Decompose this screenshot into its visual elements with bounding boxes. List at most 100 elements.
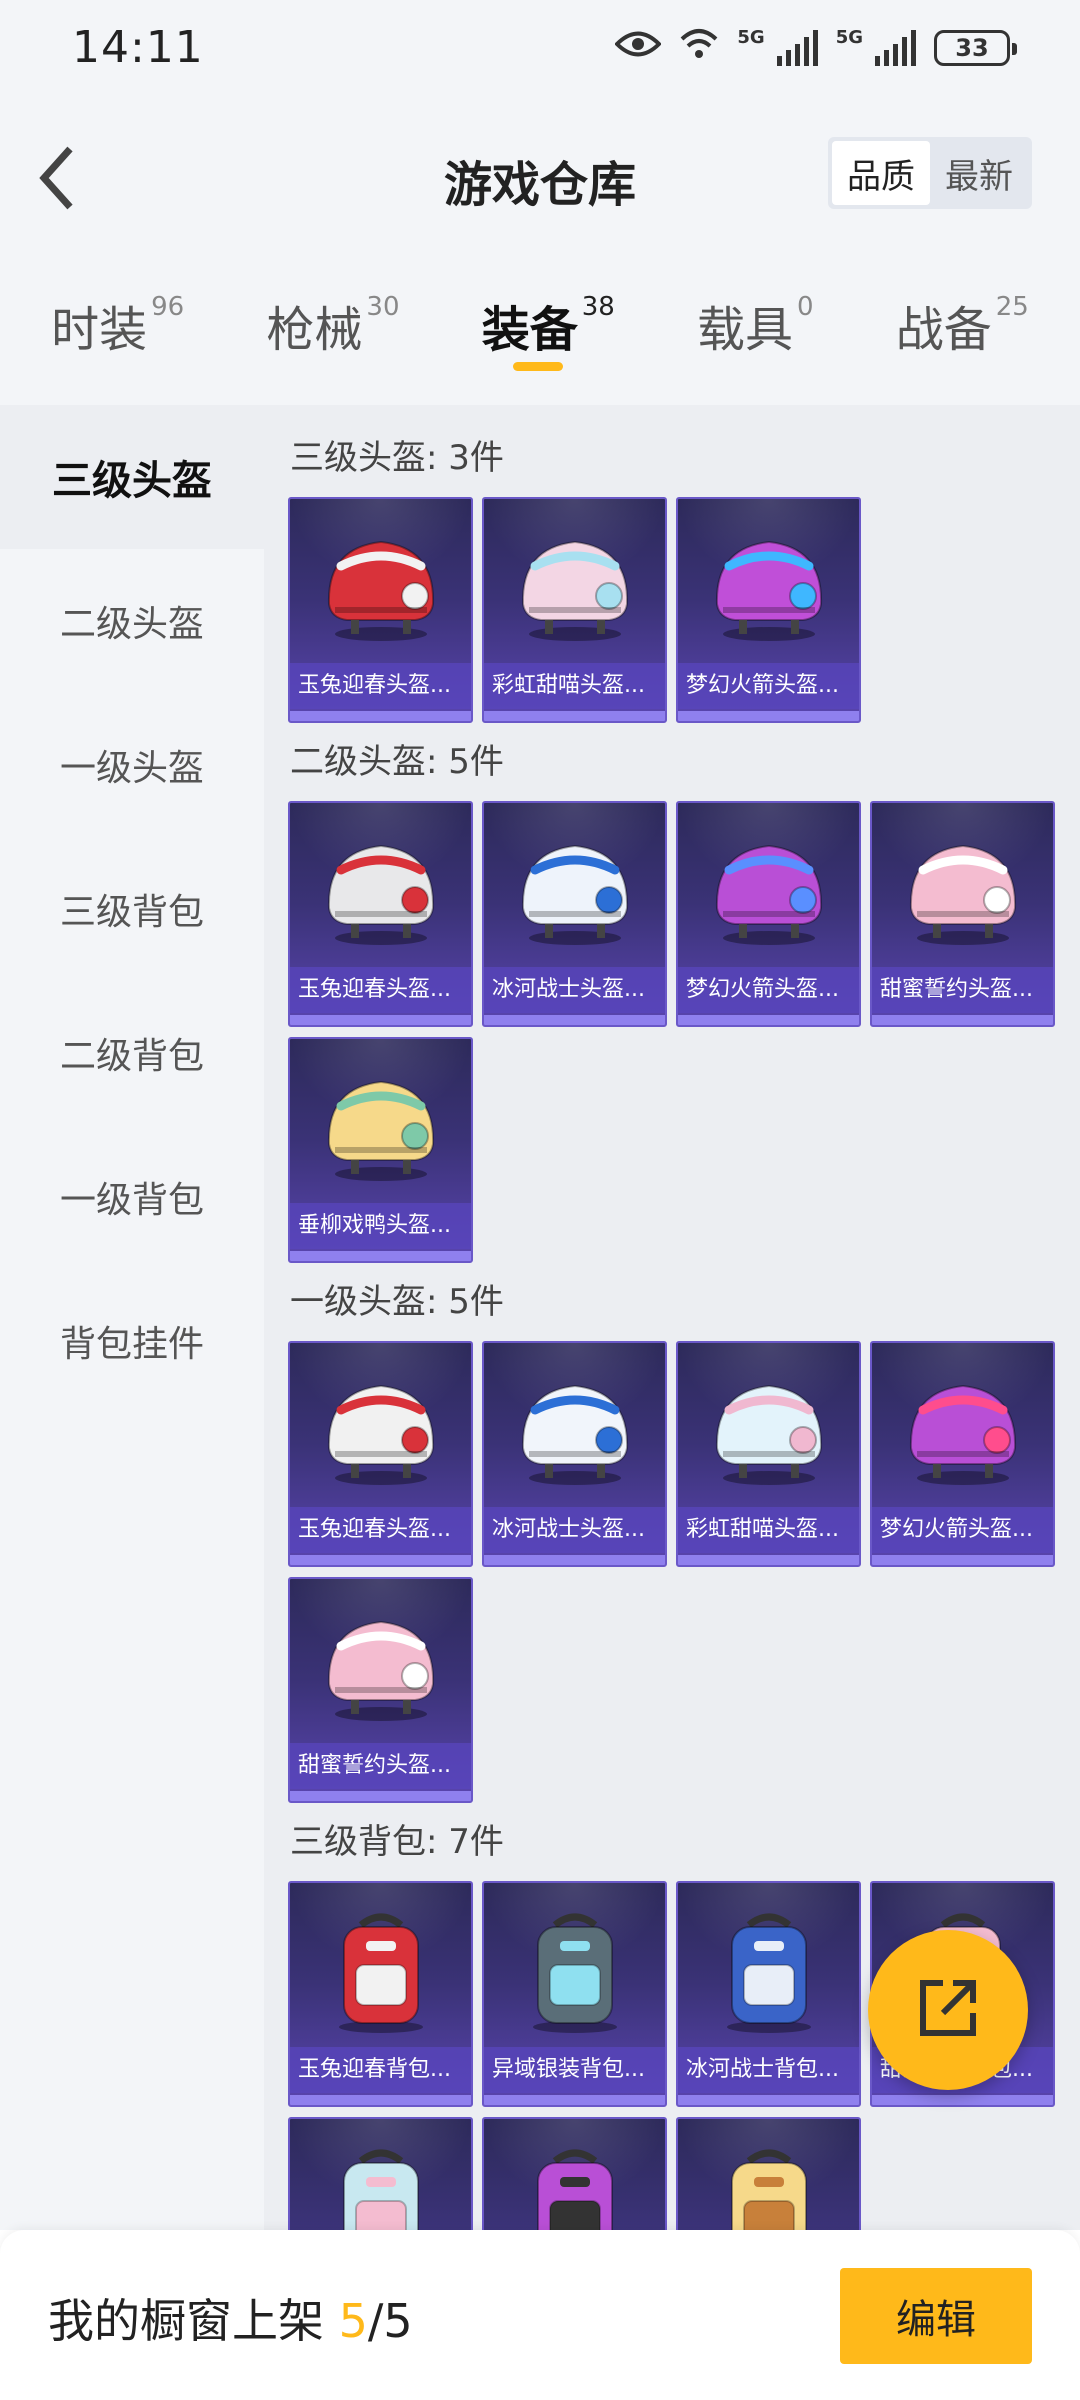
tab-label: 装备 xyxy=(481,302,578,358)
item-card[interactable]: 梦幻火箭头盔... xyxy=(676,801,861,1027)
backpack-icon xyxy=(290,2141,471,2230)
item-name: 玉兔迎春背包... xyxy=(290,2047,471,2093)
item-card[interactable]: 甜蜜誓约头盔... xyxy=(288,1577,473,1803)
item-card[interactable] xyxy=(288,2117,473,2230)
helmet-icon xyxy=(678,825,859,955)
item-card[interactable]: 梦幻火箭头盔... xyxy=(870,1341,1055,1567)
rarity-bar xyxy=(290,1791,471,1801)
rarity-bar xyxy=(484,2095,665,2105)
rarity-bar xyxy=(872,1555,1053,1565)
item-card[interactable] xyxy=(482,2117,667,2230)
item-grid: 玉兔迎春头盔... 冰河战士头盔... 梦幻火箭头盔... 甜蜜誓约头盔... 垂柳戏鸭… xyxy=(288,801,1078,1263)
item-grid: 玉兔迎春头盔... 冰河战士头盔... 彩虹甜喵头盔... 梦幻火箭头盔... 甜蜜誓约… xyxy=(288,1341,1078,1803)
rarity-bar xyxy=(678,1555,859,1565)
item-name: 梦幻火箭头盔... xyxy=(872,1507,1053,1553)
helmet-icon xyxy=(872,825,1053,955)
network-label-1: 5G xyxy=(737,27,765,48)
helmet-icon xyxy=(872,1365,1053,1495)
rarity-bar xyxy=(872,1015,1053,1025)
helmet-icon xyxy=(290,1061,471,1191)
status-bar: 14:11 5G 5G 33 xyxy=(0,0,1080,95)
sort-option-quality[interactable]: 品质 xyxy=(832,141,930,205)
sort-option-latest[interactable]: 最新 xyxy=(930,141,1028,205)
sidebar-item-3[interactable]: 三级背包 xyxy=(0,837,264,981)
sidebar-item-4[interactable]: 二级背包 xyxy=(0,981,264,1125)
signal-icon xyxy=(776,29,818,66)
helmet-icon xyxy=(678,521,859,651)
rarity-bar xyxy=(290,711,471,721)
item-card[interactable]: 甜蜜誓约头盔... xyxy=(870,801,1055,1027)
rarity-bar xyxy=(678,2095,859,2105)
item-card[interactable]: 玉兔迎春背包... xyxy=(288,1881,473,2107)
sort-toggle: 品质 最新 xyxy=(828,137,1032,209)
item-name: 冰河战士头盔... xyxy=(484,1507,665,1553)
item-card[interactable]: 冰河战士头盔... xyxy=(482,1341,667,1567)
item-name: 彩虹甜喵头盔... xyxy=(484,663,665,709)
item-card[interactable]: 异域银装背包... xyxy=(482,1881,667,2107)
backpack-icon xyxy=(290,1905,471,2035)
item-card[interactable] xyxy=(676,2117,861,2230)
item-name: 梦幻火箭头盔... xyxy=(678,967,859,1013)
rarity-bar xyxy=(484,711,665,721)
tab-active-indicator xyxy=(513,362,564,371)
showcase-total: /5 xyxy=(367,2294,413,2348)
tab-label: 时装 xyxy=(51,302,148,358)
item-name: 梦幻火箭头盔... xyxy=(678,663,859,709)
section-title: 二级头盔: 5件 xyxy=(290,742,504,782)
tab-label: 枪械 xyxy=(266,302,363,358)
battery-level: 33 xyxy=(955,33,989,62)
backpack-icon xyxy=(484,2141,665,2230)
sidebar-item-1[interactable]: 二级头盔 xyxy=(0,549,264,693)
helmet-icon xyxy=(290,1365,471,1495)
sidebar-item-2[interactable]: 一级头盔 xyxy=(0,693,264,837)
sidebar-item-0[interactable]: 三级头盔 xyxy=(0,405,264,549)
helmet-icon xyxy=(678,1365,859,1495)
item-card[interactable]: 玉兔迎春头盔... xyxy=(288,1341,473,1567)
item-card[interactable]: 梦幻火箭头盔... xyxy=(676,497,861,723)
signal-icon-2 xyxy=(875,29,916,66)
backpack-icon xyxy=(484,1905,665,2035)
item-card[interactable]: 彩虹甜喵头盔... xyxy=(676,1341,861,1567)
tab-3[interactable]: 载具 0 xyxy=(697,290,814,400)
sidebar-item-5[interactable]: 一级背包 xyxy=(0,1125,264,1269)
edit-button[interactable]: 编辑 xyxy=(840,2268,1032,2364)
item-grid: 玉兔迎春头盔... 彩虹甜喵头盔... 梦幻火箭头盔... xyxy=(288,497,1078,723)
section-title: 一级头盔: 5件 xyxy=(290,1282,504,1322)
item-name: 甜蜜誓约头盔... xyxy=(872,967,1053,1013)
sidebar-item-6[interactable]: 背包挂件 xyxy=(0,1269,264,1413)
tab-1[interactable]: 枪械 30 xyxy=(266,290,399,400)
item-name: 垂柳戏鸭头盔... xyxy=(290,1203,471,1249)
item-name: 彩虹甜喵头盔... xyxy=(678,1507,859,1553)
item-card[interactable]: 玉兔迎春头盔... xyxy=(288,801,473,1027)
item-card[interactable]: 彩虹甜喵头盔... xyxy=(482,497,667,723)
tab-0[interactable]: 时装 96 xyxy=(51,290,184,400)
status-icons: 5G 5G 33 xyxy=(614,27,1017,68)
tab-count: 25 xyxy=(995,292,1029,322)
tab-count: 0 xyxy=(797,292,814,322)
item-name: 玉兔迎春头盔... xyxy=(290,1507,471,1553)
rarity-bar xyxy=(678,711,859,721)
backpack-icon xyxy=(678,1905,859,2035)
battery-icon: 33 xyxy=(934,29,1017,66)
item-name: 异域银装背包... xyxy=(484,2047,665,2093)
section-title: 三级头盔: 3件 xyxy=(290,438,504,478)
wifi-icon xyxy=(679,27,719,68)
item-card[interactable]: 冰河战士背包... xyxy=(676,1881,861,2107)
helmet-icon xyxy=(290,825,471,955)
rarity-bar xyxy=(290,1555,471,1565)
tab-4[interactable]: 战备 25 xyxy=(896,290,1029,400)
share-button[interactable] xyxy=(868,1930,1028,2090)
helmet-icon xyxy=(290,1601,471,1731)
network-label-2: 5G xyxy=(835,27,863,48)
backpack-icon xyxy=(678,2141,859,2230)
helmet-icon xyxy=(484,521,665,651)
rarity-bar xyxy=(290,1015,471,1025)
share-icon xyxy=(913,1973,983,2047)
item-card[interactable]: 玉兔迎春头盔... xyxy=(288,497,473,723)
bottom-bar: 我的橱窗上架 5/5 编辑 xyxy=(0,2230,1080,2400)
tab-2[interactable]: 装备 38 xyxy=(482,290,615,400)
tab-count: 96 xyxy=(151,292,185,322)
item-card[interactable]: 垂柳戏鸭头盔... xyxy=(288,1037,473,1263)
item-card[interactable]: 冰河战士头盔... xyxy=(482,801,667,1027)
helmet-icon xyxy=(290,521,471,651)
